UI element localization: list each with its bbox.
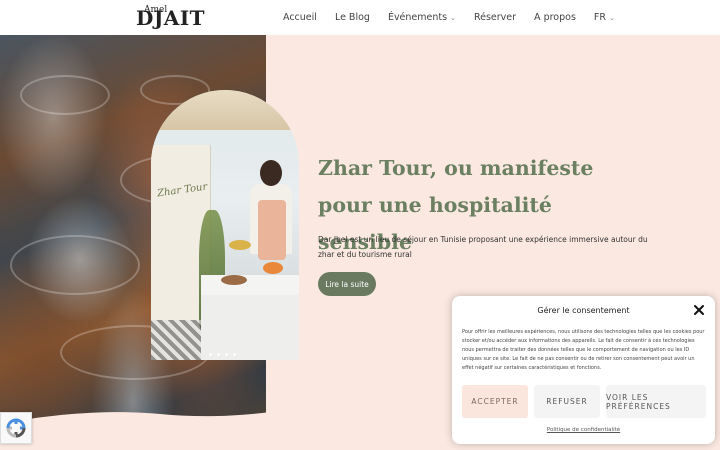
main-nav: Accueil Le Blog Événements ⌄ Réserver A … [283, 0, 615, 35]
consent-dialog: Gérer le consentement Pour offrir les me… [452, 296, 715, 444]
privacy-policy-link[interactable]: Politique de confidentialité [452, 427, 715, 433]
nav-item-evenements[interactable]: Événements ⌄ [388, 12, 456, 23]
hero-arch-photo: Zhar Tour [151, 90, 299, 360]
language-label: FR [593, 12, 606, 23]
hero-wave-shape [0, 412, 270, 450]
site-logo[interactable]: DJAIT Amel [136, 5, 206, 30]
language-selector[interactable]: FR ⌄ [594, 12, 615, 23]
consent-title: Gérer le consentement [537, 306, 630, 315]
nav-label: Réserver [473, 12, 517, 23]
nav-item-accueil[interactable]: Accueil [283, 12, 317, 23]
recaptcha-badge[interactable] [0, 412, 32, 444]
slider-dot[interactable] [233, 353, 236, 356]
banner-text: Zhar Tour [156, 181, 208, 200]
site-header: DJAIT Amel Accueil Le Blog Événements ⌄ … [0, 0, 720, 35]
refuse-button[interactable]: REFUSER [534, 385, 600, 418]
recaptcha-icon [6, 418, 26, 438]
preferences-button[interactable]: VOIR LES PRÉFÉRENCES [606, 385, 706, 418]
close-icon[interactable] [693, 304, 705, 316]
nav-item-blog[interactable]: Le Blog [335, 12, 370, 23]
nav-label: Accueil [283, 12, 317, 23]
nav-label: Événements [387, 12, 448, 23]
slider-dots[interactable] [209, 353, 236, 356]
consent-buttons: ACCEPTER REFUSER VOIR LES PRÉFÉRENCES [462, 385, 706, 418]
nav-item-apropos[interactable]: A propos [534, 12, 576, 23]
consent-text: Pour offrir les meilleures expériences, … [462, 329, 705, 371]
nav-label: A propos [534, 12, 576, 23]
accept-button[interactable]: ACCEPTER [462, 385, 528, 418]
nav-item-reserver[interactable]: Réserver [474, 12, 516, 23]
chevron-down-icon: ⌄ [450, 13, 456, 22]
slider-dot[interactable] [217, 353, 220, 356]
slider-dot[interactable] [209, 353, 212, 356]
chevron-down-icon: ⌄ [608, 13, 615, 22]
nav-label: Le Blog [334, 12, 370, 23]
logo-subtext: Amel [144, 5, 168, 15]
hero-description: Dar Jbel est un lieu de séjour en Tunisi… [318, 235, 648, 259]
read-more-button[interactable]: Lire la suite [318, 272, 376, 296]
slider-dot[interactable] [225, 353, 228, 356]
